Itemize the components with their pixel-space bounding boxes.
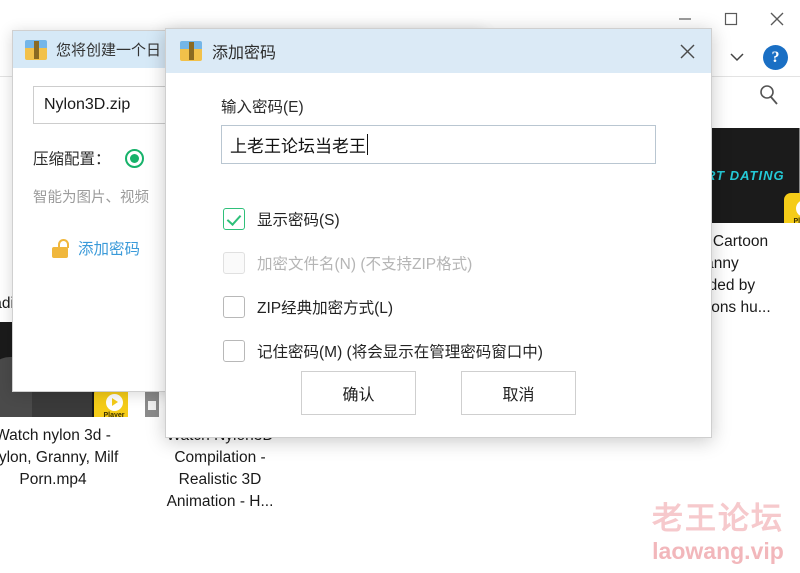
dialog-button-row: 确认 取消 <box>166 371 711 415</box>
cancel-button[interactable]: 取消 <box>461 371 576 415</box>
checkbox-label: 记住密码(M) (将会显示在管理密码窗口中) <box>257 344 543 361</box>
dialog-body: 输入密码(E) 上老王论坛当老王 显示密码(S) 加密文件名(N) (不支持ZI… <box>166 73 711 362</box>
player-badge-label: Player <box>793 217 800 224</box>
checkbox-box[interactable] <box>223 340 245 362</box>
zip-archive-icon <box>180 41 202 61</box>
checkbox-box[interactable] <box>223 296 245 318</box>
text-caret <box>367 134 368 155</box>
checkbox-box[interactable] <box>223 208 245 230</box>
player-badge-label: Player <box>103 411 125 418</box>
compression-config-radio[interactable] <box>124 148 144 168</box>
compression-config-label: 压缩配置： <box>33 151 111 168</box>
password-field-label: 输入密码(E) <box>221 99 304 116</box>
maximize-button[interactable] <box>708 0 754 38</box>
checkbox-label: ZIP经典加密方式(L) <box>257 300 394 317</box>
help-circle-icon[interactable]: ? <box>763 45 788 70</box>
checkbox-zip-legacy-encryption[interactable]: ZIP经典加密方式(L) <box>223 296 683 318</box>
tile-caption: n Cartoon ranny nded by lsons hu... <box>700 231 800 319</box>
caption-line: nded by <box>700 277 756 294</box>
tile-caption: Watch nylon 3d - Nylon, Granny, Milf Por… <box>0 427 119 488</box>
chevron-down-icon[interactable] <box>726 46 748 68</box>
video-thumbnail[interactable]: RT DATING Player <box>700 128 800 223</box>
add-password-label: 添加密码 <box>78 241 141 258</box>
checkbox-label: 加密文件名(N) (不支持ZIP格式) <box>257 256 473 273</box>
play-icon <box>795 199 800 217</box>
checkbox-encrypt-filenames: 加密文件名(N) (不支持ZIP格式) <box>223 252 683 274</box>
zip-archive-icon <box>25 39 47 60</box>
unlock-icon <box>51 238 69 258</box>
password-input[interactable]: 上老王论坛当老王 <box>221 125 656 164</box>
thumbnail-overlay-text: RT DATING <box>706 168 785 183</box>
player-badge[interactable]: Player <box>784 193 800 223</box>
tile-caption: Watch Nylon3D Compilation - Realistic 3D… <box>166 427 274 510</box>
checkbox-box <box>223 252 245 274</box>
play-icon <box>105 393 123 411</box>
caption-line: ranny <box>700 255 739 272</box>
close-button[interactable] <box>754 0 800 38</box>
password-input-value: 上老王论坛当老王 <box>230 137 366 156</box>
checkbox-label: 显示密码(S) <box>257 212 340 229</box>
confirm-button[interactable]: 确认 <box>301 371 416 415</box>
add-password-dialog: 添加密码 输入密码(E) 上老王论坛当老王 显示密码(S) 加密文件名(N) (… <box>165 28 712 438</box>
options-checkbox-group: 显示密码(S) 加密文件名(N) (不支持ZIP格式) ZIP经典加密方式(L)… <box>221 208 683 362</box>
checkbox-remember-password[interactable]: 记住密码(M) (将会显示在管理密码窗口中) <box>223 340 683 362</box>
caption-line: lsons hu... <box>700 299 771 316</box>
dialog-titlebar: 添加密码 <box>166 29 711 73</box>
dialog-title: 添加密码 <box>212 45 277 62</box>
caption-line: n Cartoon <box>700 233 769 250</box>
checkbox-show-password[interactable]: 显示密码(S) <box>223 208 683 230</box>
close-icon[interactable] <box>663 29 711 73</box>
dialog-title: 您将创建一个日 <box>56 42 162 59</box>
list-item[interactable]: RT DATING Player n Cartoon ranny nded by… <box>700 128 800 319</box>
